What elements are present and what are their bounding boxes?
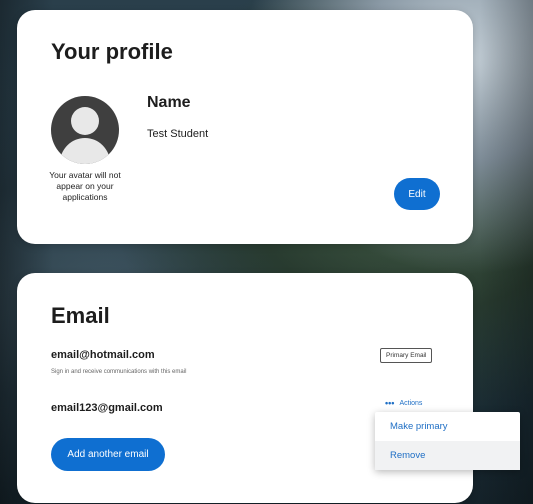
profile-title: Your profile (51, 39, 173, 64)
menu-item-remove[interactable]: Remove (375, 441, 520, 470)
default-avatar-icon (51, 96, 119, 164)
profile-card: Your profile Your avatar will not appear… (17, 10, 473, 244)
actions-button[interactable]: ••• Actions (385, 398, 423, 408)
avatar-note: Your avatar will not appear on your appl… (49, 170, 121, 202)
ellipsis-icon: ••• (385, 398, 395, 408)
name-value: Test Student (147, 128, 209, 140)
primary-email-note: Sign in and receive communications with … (51, 369, 187, 375)
email-title: Email (51, 303, 110, 328)
avatar-shoulders (60, 138, 110, 164)
primary-email-address: email@hotmail.com (51, 349, 155, 361)
menu-item-make-primary[interactable]: Make primary (375, 412, 520, 441)
add-another-email-button[interactable]: Add another email (51, 438, 165, 471)
secondary-email-address: email123@gmail.com (51, 402, 163, 414)
name-label: Name (147, 94, 191, 111)
actions-menu: Make primary Remove (375, 412, 520, 470)
avatar-head (71, 107, 99, 135)
actions-label: Actions (399, 400, 423, 407)
edit-button[interactable]: Edit (394, 178, 440, 210)
primary-email-badge: Primary Email (380, 348, 433, 363)
